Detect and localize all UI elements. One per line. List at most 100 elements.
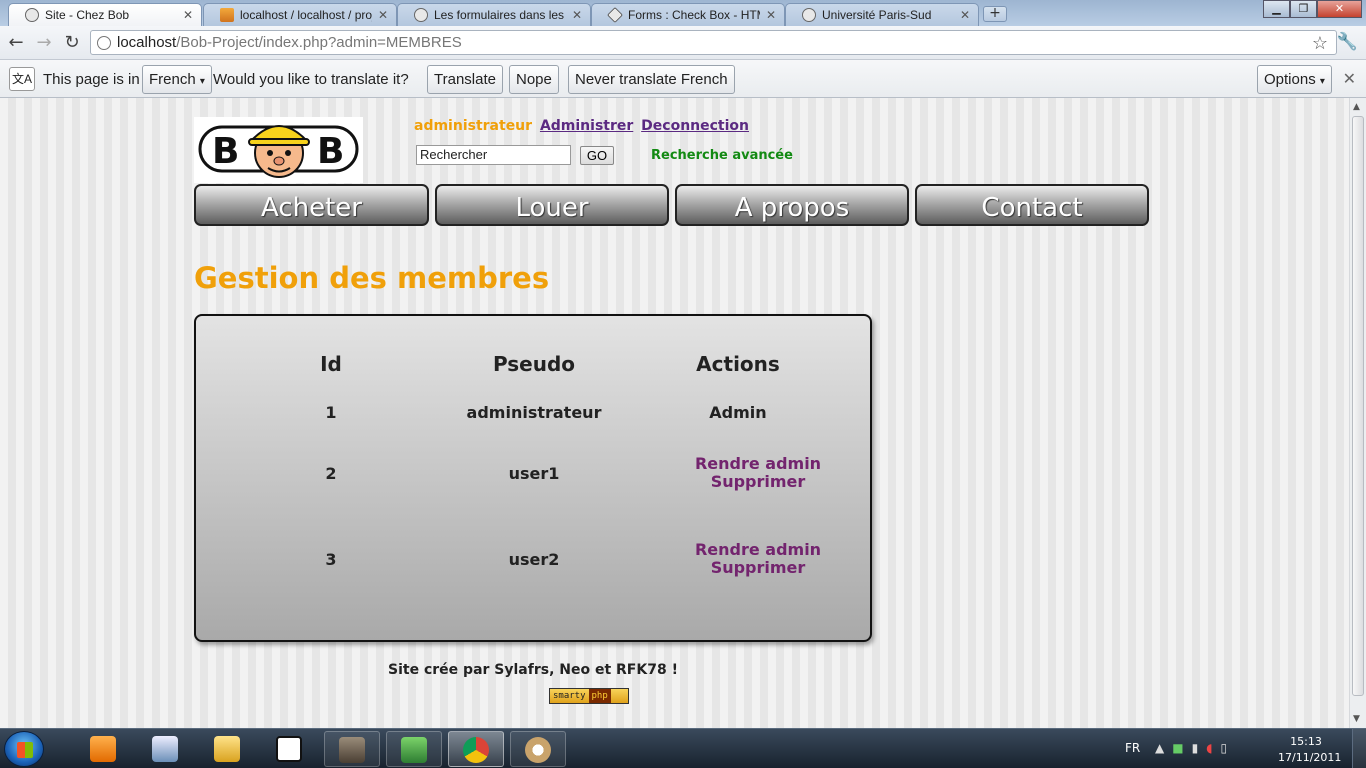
- globe-icon: [414, 8, 428, 22]
- language-select[interactable]: French ▾: [142, 65, 212, 94]
- close-icon[interactable]: ✕: [766, 8, 776, 22]
- close-icon[interactable]: ✕: [378, 8, 388, 22]
- window-app-icon: [152, 736, 178, 762]
- dropdown-arrow-icon: ▾: [1319, 76, 1325, 87]
- windows-logo-icon: [17, 742, 33, 758]
- taskbar-chrome[interactable]: [448, 731, 504, 767]
- scroll-up-arrow-icon[interactable]: ▲: [1353, 102, 1360, 112]
- page-title: Gestion des membres: [194, 261, 550, 295]
- menu-louer[interactable]: Louer: [435, 184, 669, 226]
- translate-bar: 文A This page is in French ▾ Would you li…: [0, 60, 1366, 98]
- web-page: B B administrateur Administrer Deconnect…: [0, 98, 1349, 728]
- address-bar[interactable]: localhost/Bob-Project/index.php?admin=ME…: [90, 30, 1337, 55]
- browser-toolbar: ← → ↻ localhost/Bob-Project/index.php?ad…: [0, 26, 1366, 60]
- gimp-icon: [339, 737, 365, 763]
- maximize-button[interactable]: ❐: [1290, 0, 1317, 18]
- bob-logo[interactable]: B B: [194, 117, 363, 183]
- taskbar-media-player[interactable]: [76, 731, 132, 767]
- close-icon[interactable]: ✕: [572, 8, 582, 22]
- paint-icon: [525, 737, 551, 763]
- nope-button[interactable]: Nope: [509, 65, 559, 94]
- close-icon[interactable]: ✕: [960, 8, 970, 22]
- header-actions: Actions: [696, 352, 780, 376]
- rendre-admin-link[interactable]: Rendre admin: [668, 455, 848, 473]
- window-close-button[interactable]: ✕: [1317, 0, 1362, 18]
- smarty-badge[interactable]: smarty php: [549, 688, 629, 704]
- back-arrow-icon[interactable]: ←: [5, 32, 27, 53]
- chrome-icon: [463, 737, 489, 763]
- clock-time: 15:13: [1290, 735, 1322, 748]
- upload-icon: [401, 737, 427, 763]
- language-value: French: [149, 71, 196, 88]
- app-tray-icon[interactable]: ■: [1172, 741, 1183, 755]
- menu-a-propos[interactable]: A propos: [675, 184, 909, 226]
- show-hidden-icons-icon[interactable]: ▲: [1155, 741, 1164, 755]
- taskbar-gimp[interactable]: [324, 731, 380, 767]
- supprimer-link[interactable]: Supprimer: [668, 559, 848, 577]
- translate-button[interactable]: Translate: [427, 65, 503, 94]
- close-icon[interactable]: ✕: [183, 8, 193, 22]
- power-icon[interactable]: ▯: [1221, 741, 1228, 755]
- tab-site-chez-bob[interactable]: Site - Chez Bob ✕: [8, 3, 202, 26]
- svg-text:B: B: [212, 131, 239, 172]
- start-button[interactable]: [4, 731, 44, 767]
- tab-phpmyadmin[interactable]: localhost / localhost / proje ✕: [203, 3, 397, 26]
- b-app-icon: [276, 736, 302, 762]
- user-bar: administrateur Administrer Deconnection: [414, 118, 749, 134]
- never-translate-button[interactable]: Never translate French: [568, 65, 735, 94]
- tab-label: Université Paris-Sud: [822, 8, 932, 22]
- tab-universite[interactable]: Université Paris-Sud ✕: [785, 3, 979, 26]
- taskbar-desktop-app[interactable]: [138, 731, 194, 767]
- tab-label: Forms : Check Box - HTML: [628, 8, 760, 22]
- menu-acheter[interactable]: Acheter: [194, 184, 429, 226]
- wrench-menu-icon[interactable]: 🔧: [1337, 32, 1358, 52]
- advanced-search-link[interactable]: Recherche avancée: [651, 148, 793, 163]
- url-path: /Bob-Project/index.php?admin=MEMBRES: [176, 34, 462, 51]
- svg-text:B: B: [317, 131, 344, 172]
- rendre-admin-link[interactable]: Rendre admin: [668, 541, 848, 559]
- taskbar-explorer[interactable]: [200, 731, 256, 767]
- supprimer-link[interactable]: Supprimer: [668, 473, 848, 491]
- close-translate-bar-icon[interactable]: ✕: [1343, 69, 1356, 89]
- volume-muted-icon[interactable]: ◖: [1206, 741, 1212, 755]
- options-button[interactable]: Options ▾: [1257, 65, 1332, 94]
- main-menu: Acheter Louer A propos Contact: [194, 184, 1149, 226]
- vertical-scrollbar[interactable]: ▲ ▼: [1349, 98, 1366, 728]
- network-icon[interactable]: ▮: [1192, 741, 1199, 755]
- taskbar-paint[interactable]: [510, 731, 566, 767]
- bookmark-star-icon[interactable]: ☆: [1312, 33, 1328, 54]
- new-tab-button[interactable]: +: [983, 6, 1007, 22]
- system-tray: ▲ ■ ▮ ◖ ▯: [1155, 741, 1227, 755]
- tab-label: Les formulaires dans les doc: [434, 8, 566, 22]
- members-table: Id Pseudo Actions 1 administrateur Admin…: [194, 314, 872, 642]
- reload-icon[interactable]: ↻: [61, 32, 83, 53]
- row-1-id: 1: [325, 403, 337, 422]
- browser-tab-strip: Site - Chez Bob ✕ localhost / localhost …: [0, 0, 1366, 26]
- folder-icon: [214, 736, 240, 762]
- menu-contact[interactable]: Contact: [915, 184, 1149, 226]
- taskbar-uploader[interactable]: [386, 731, 442, 767]
- php-text: php: [588, 689, 611, 703]
- phpmyadmin-icon: [220, 8, 234, 22]
- administrer-link[interactable]: Administrer: [540, 118, 633, 134]
- minimize-button[interactable]: ▁: [1263, 0, 1290, 18]
- scroll-thumb[interactable]: [1352, 116, 1364, 696]
- clock[interactable]: 15:13 17/11/2011: [1278, 734, 1341, 766]
- bob-logo-graphic: B B: [198, 125, 359, 178]
- scroll-down-arrow-icon[interactable]: ▼: [1353, 714, 1360, 724]
- go-button[interactable]: GO: [580, 146, 614, 165]
- diamond-icon: [607, 7, 623, 23]
- forward-arrow-icon[interactable]: →: [33, 32, 55, 53]
- deconnection-link[interactable]: Deconnection: [641, 118, 749, 134]
- input-language[interactable]: FR: [1125, 741, 1140, 755]
- show-desktop-button[interactable]: [1352, 729, 1366, 768]
- footer-credits: Site crée par Sylafrs, Neo et RFK78 !: [388, 662, 678, 678]
- row-3-actions: Rendre admin Supprimer: [668, 541, 848, 577]
- dropdown-arrow-icon: ▾: [199, 76, 205, 87]
- taskbar-app-b[interactable]: [262, 731, 318, 767]
- tab-formulaires[interactable]: Les formulaires dans les doc ✕: [397, 3, 591, 26]
- window-controls: ▁ ❐ ✕: [1263, 0, 1362, 18]
- tab-forms-checkbox[interactable]: Forms : Check Box - HTML ✕: [591, 3, 785, 26]
- header-id: Id: [320, 352, 342, 376]
- search-input[interactable]: Rechercher: [416, 145, 571, 165]
